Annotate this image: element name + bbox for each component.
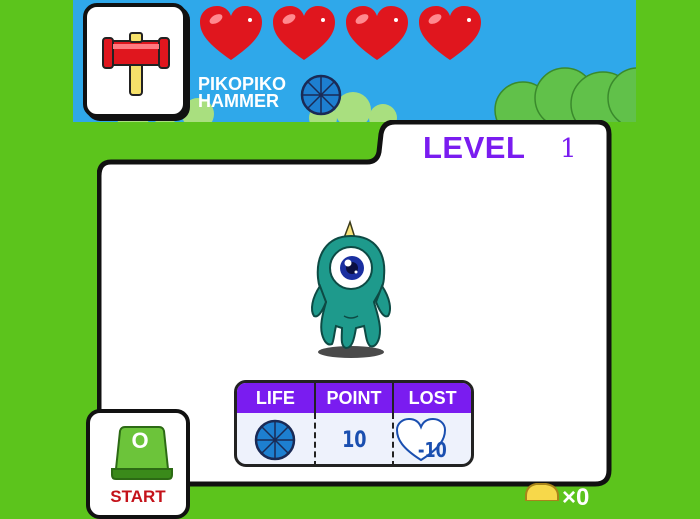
heart-icon bbox=[419, 6, 481, 60]
heart-icon bbox=[273, 6, 335, 60]
weapon-name: PIKOPIKO HAMMER bbox=[198, 75, 286, 111]
life-wheel-icon bbox=[300, 74, 342, 116]
lost-header: LOST bbox=[392, 383, 471, 413]
lost-cell: -10 bbox=[392, 413, 471, 464]
point-cell: 10 bbox=[313, 413, 393, 464]
heart-icon bbox=[200, 6, 262, 60]
point-header: POINT bbox=[313, 383, 393, 413]
life-cell bbox=[237, 413, 314, 464]
heart-icon bbox=[346, 6, 408, 60]
coin-icon bbox=[525, 483, 559, 501]
level-label: LEVEL bbox=[423, 130, 526, 165]
hammer-icon bbox=[102, 32, 170, 96]
weapon-slot bbox=[83, 3, 187, 118]
monster-sprite bbox=[311, 219, 391, 358]
stats-values: 10 -10 bbox=[237, 413, 471, 464]
life-header: LIFE bbox=[255, 388, 295, 408]
lost-heart: -10 bbox=[394, 417, 471, 463]
level-value: 1 bbox=[560, 134, 577, 164]
stats-header: LIFE POINT LOST bbox=[237, 383, 471, 413]
start-key-letter: O bbox=[131, 428, 149, 453]
coin-count: ×0 bbox=[562, 484, 590, 511]
start-label: START bbox=[110, 487, 166, 506]
lost-value: -10 bbox=[418, 438, 448, 462]
life-wheel-icon bbox=[255, 419, 296, 461]
start-button[interactable]: O START bbox=[86, 409, 190, 519]
point-value: 10 bbox=[341, 427, 367, 453]
weapon-name-line2: HAMMER bbox=[198, 91, 279, 111]
stats-table: LIFE POINT LOST 10 -10 bbox=[234, 380, 474, 467]
